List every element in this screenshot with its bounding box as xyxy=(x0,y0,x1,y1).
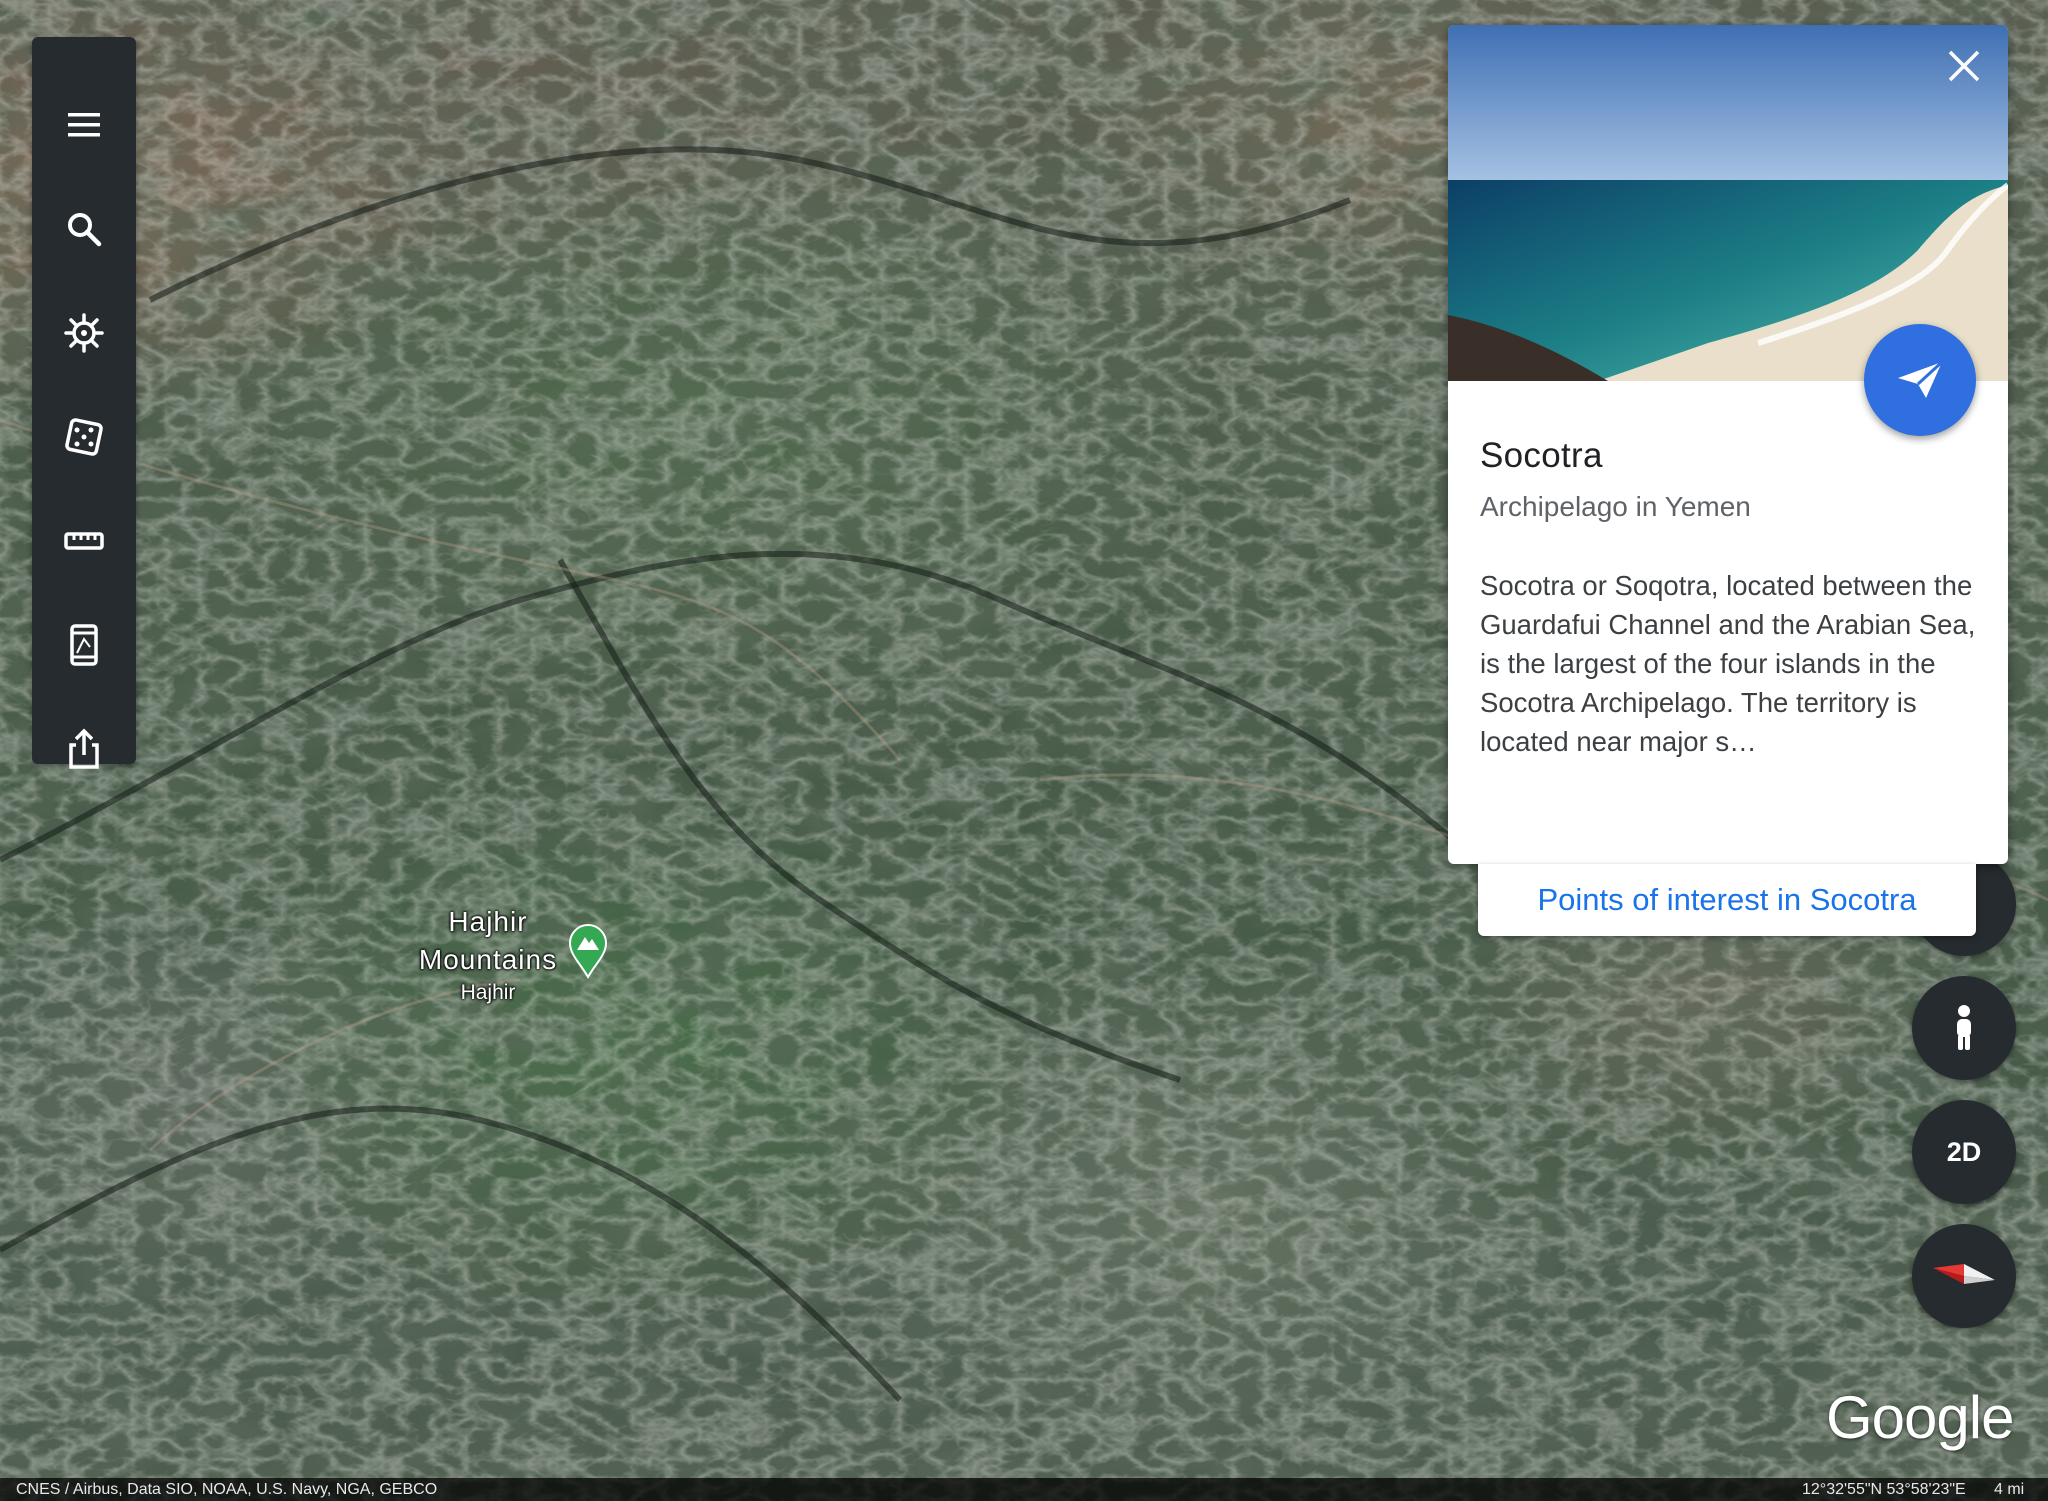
dice-icon xyxy=(65,418,103,456)
feeling-lucky-button[interactable] xyxy=(32,385,136,489)
google-logo: Google xyxy=(1826,1384,2014,1451)
place-sublabel: Hajhir xyxy=(460,981,516,1004)
points-of-interest-label: Points of interest in Socotra xyxy=(1537,882,1917,917)
close-button[interactable] xyxy=(1936,38,1992,94)
coordinates-readout: 12°32'55"N 53°58'23"E xyxy=(1802,1481,1966,1498)
card-description: Socotra or Soqotra, located between the … xyxy=(1480,570,1976,757)
pegman-icon xyxy=(1957,1005,1971,1050)
menu-button[interactable] xyxy=(32,73,136,177)
close-icon xyxy=(1948,50,1980,82)
fly-to-button[interactable] xyxy=(1864,324,1976,436)
card-title: Socotra xyxy=(1480,436,1603,475)
view-mode-toggle[interactable]: 2D xyxy=(1912,1100,2016,1204)
ruler-icon xyxy=(64,532,104,550)
menu-icon xyxy=(68,113,100,137)
projects-button[interactable] xyxy=(32,593,136,697)
compass-icon xyxy=(1933,1264,1995,1284)
pegman-button[interactable] xyxy=(1912,976,2016,1080)
share-button[interactable] xyxy=(32,697,136,801)
search-button[interactable] xyxy=(32,177,136,281)
place-name: Hajhir Mountains xyxy=(418,906,558,975)
view-mode-label: 2D xyxy=(1946,1136,1982,1167)
compass-button[interactable] xyxy=(1912,1224,2016,1328)
tablet-icon xyxy=(70,624,98,666)
mountain-marker-icon[interactable] xyxy=(566,921,610,979)
scale-readout: 4 mi xyxy=(1994,1481,2025,1498)
card-subtitle: Archipelago in Yemen xyxy=(1480,491,1751,522)
search-icon xyxy=(68,213,102,247)
status-bar: CNES / Airbus, Data SIO, NOAA, U.S. Navy… xyxy=(0,1478,2048,1501)
measure-button[interactable] xyxy=(32,489,136,593)
paper-plane-icon xyxy=(1898,360,1944,398)
voyager-button[interactable] xyxy=(32,281,136,385)
place-label[interactable]: Hajhir Mountains Hajhir xyxy=(405,903,571,1005)
attribution-text[interactable]: CNES / Airbus, Data SIO, NOAA, U.S. Navy… xyxy=(16,1481,437,1499)
share-icon xyxy=(69,728,99,769)
points-of-interest-link[interactable]: Points of interest in Socotra xyxy=(1478,864,1976,936)
voyager-wheel-icon xyxy=(64,313,104,353)
left-toolbar xyxy=(32,37,136,769)
